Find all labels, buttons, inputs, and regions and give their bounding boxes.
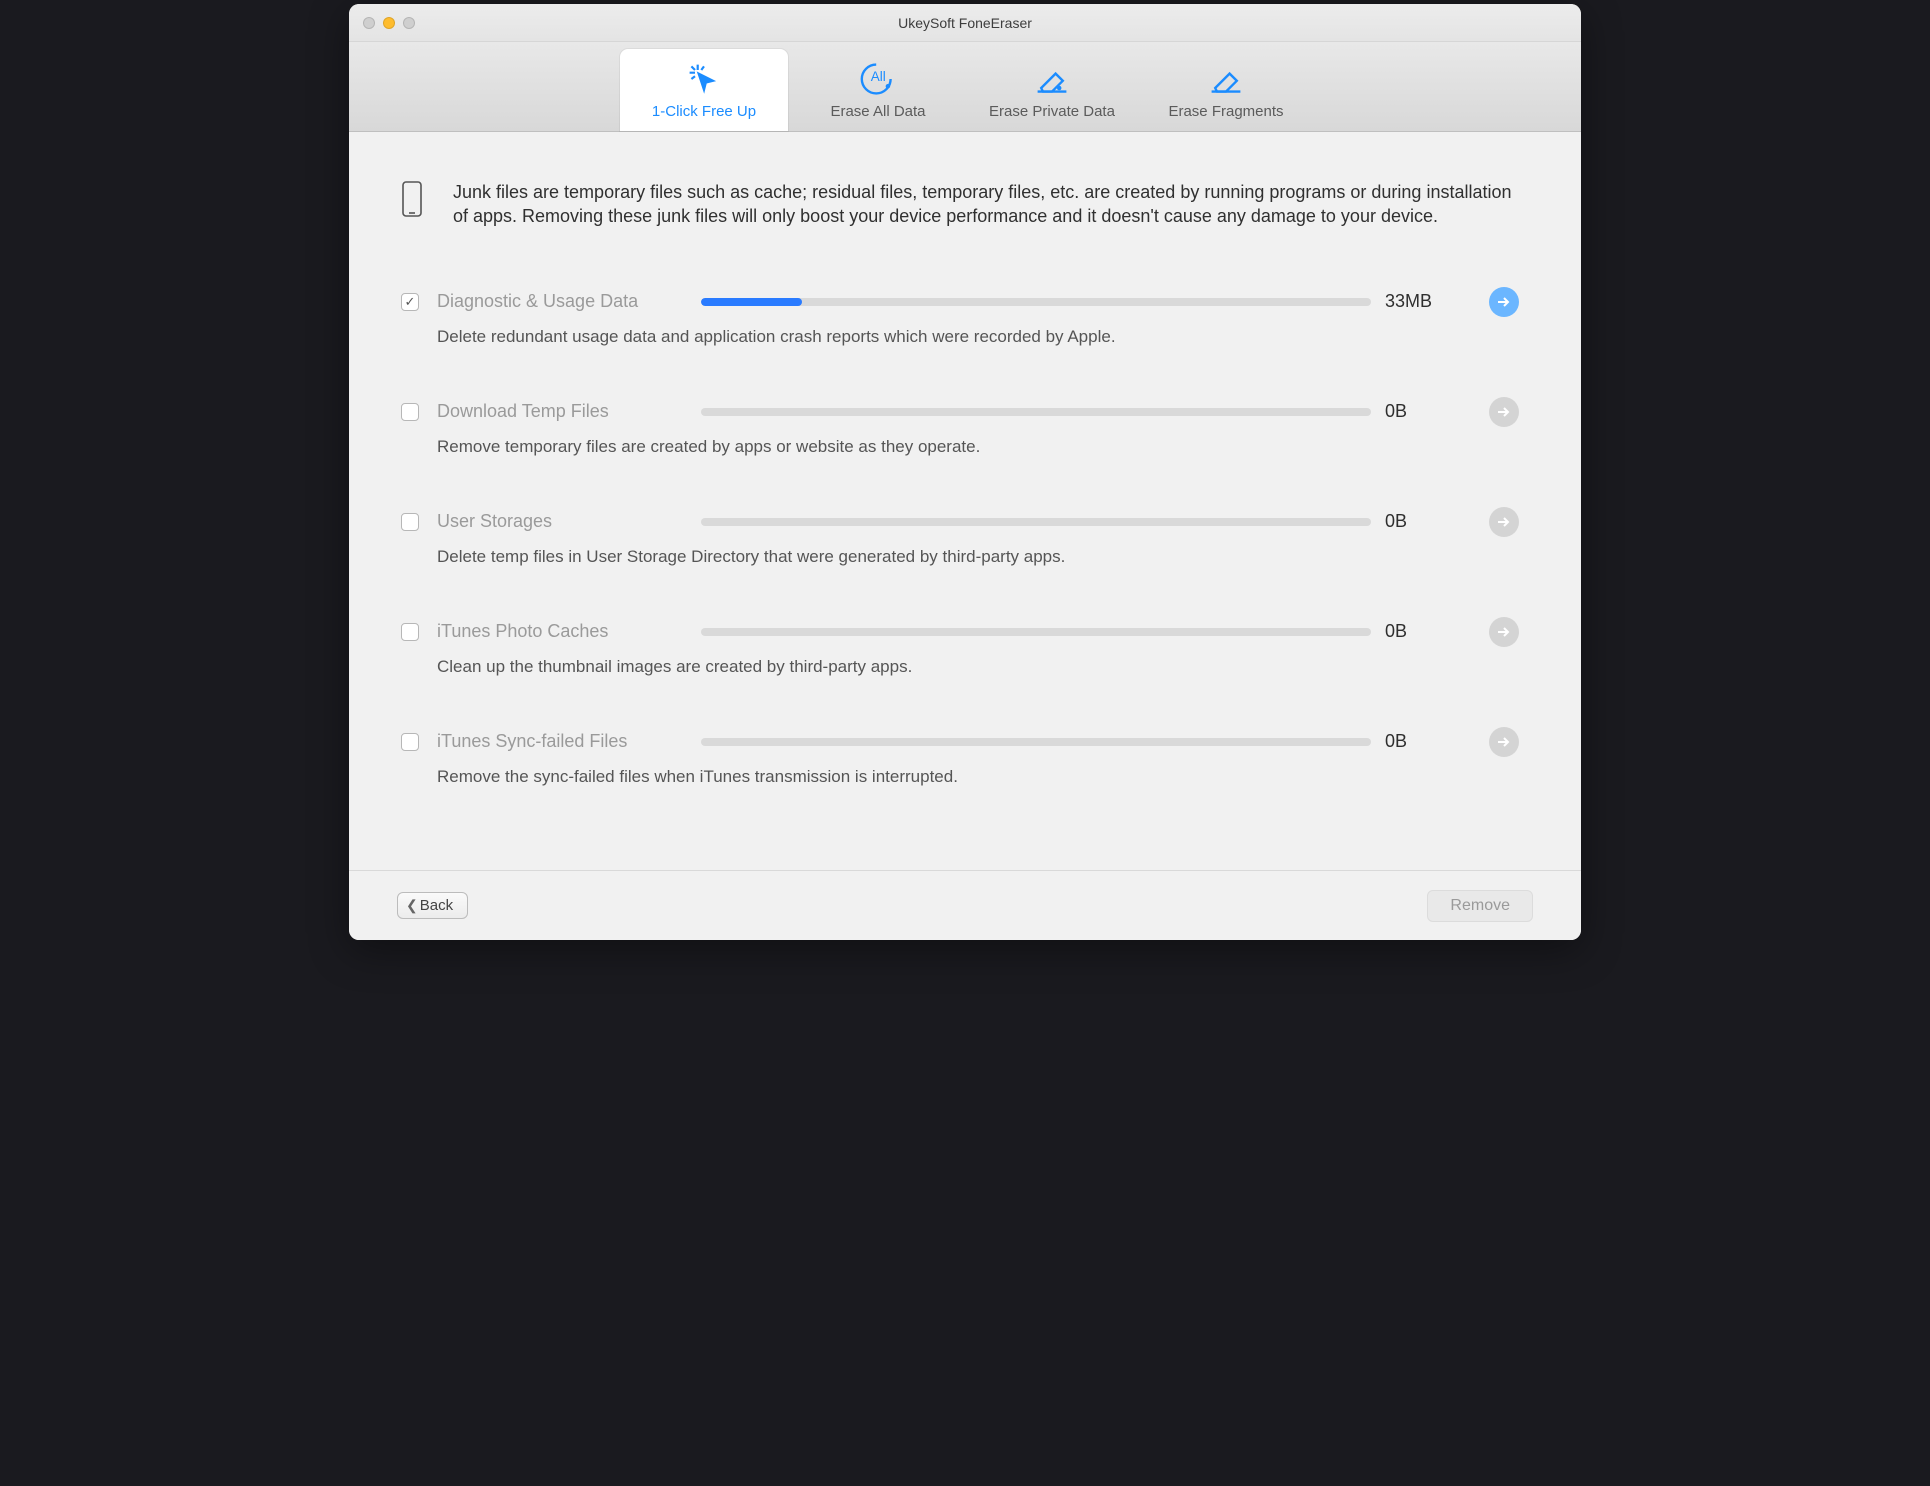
arrow-right-icon: [1496, 514, 1512, 530]
content-area: Junk files are temporary files such as c…: [349, 132, 1581, 870]
app-window: UkeySoft FoneEraser 1-Click Free Up: [349, 4, 1581, 940]
item-progress-bar: [701, 298, 1371, 306]
titlebar: UkeySoft FoneEraser: [349, 4, 1581, 42]
arrow-right-icon: [1496, 624, 1512, 640]
item-description: Remove the sync-failed files when iTunes…: [437, 767, 1529, 787]
item-go-button[interactable]: [1489, 287, 1519, 317]
item-description: Delete redundant usage data and applicat…: [437, 327, 1529, 347]
back-button-label: Back: [420, 897, 453, 914]
item-progress-bar: [701, 628, 1371, 636]
item-size: 0B: [1385, 621, 1475, 642]
intro-block: Junk files are temporary files such as c…: [401, 180, 1529, 229]
eraser-fragments-icon: [1206, 61, 1246, 97]
item-title: iTunes Sync-failed Files: [437, 731, 687, 752]
item-progress-bar: [701, 408, 1371, 416]
item-go-button: [1489, 617, 1519, 647]
eraser-private-icon: [1032, 61, 1072, 97]
cleanup-item: iTunes Sync-failed Files 0B Remove the syn…: [401, 727, 1529, 837]
item-size: 33MB: [1385, 291, 1475, 312]
svg-text:All: All: [871, 68, 886, 83]
window-title: UkeySoft FoneEraser: [349, 15, 1581, 31]
cleanup-item: iTunes Photo Caches 0B Clean up the thumbn…: [401, 617, 1529, 727]
item-title: User Storages: [437, 511, 687, 532]
item-size: 0B: [1385, 511, 1475, 532]
item-checkbox[interactable]: [401, 623, 419, 641]
item-title: iTunes Photo Caches: [437, 621, 687, 642]
item-size: 0B: [1385, 731, 1475, 752]
cleanup-item: Download Temp Files 0B Remove temporary fi…: [401, 397, 1529, 507]
item-checkbox[interactable]: [401, 403, 419, 421]
item-progress-bar: [701, 518, 1371, 526]
tab-erase-all-data[interactable]: All Erase All Data: [794, 49, 962, 131]
item-title: Diagnostic & Usage Data: [437, 291, 687, 312]
tab-label: Erase Fragments: [1168, 103, 1283, 120]
footer: ❮ Back Remove: [349, 870, 1581, 940]
tabbar: 1-Click Free Up All Erase All Data Er: [349, 42, 1581, 132]
tab-label: Erase Private Data: [989, 103, 1115, 120]
intro-text: Junk files are temporary files such as c…: [453, 180, 1513, 229]
erase-all-icon: All: [858, 61, 898, 97]
chevron-left-icon: ❮: [406, 897, 418, 914]
tab-erase-private-data[interactable]: Erase Private Data: [968, 49, 1136, 131]
item-go-button: [1489, 727, 1519, 757]
phone-icon: [401, 180, 423, 223]
tab-erase-fragments[interactable]: Erase Fragments: [1142, 49, 1310, 131]
cursor-click-icon: [684, 61, 724, 97]
tab-1-click-free-up[interactable]: 1-Click Free Up: [620, 49, 788, 131]
tab-label: 1-Click Free Up: [652, 103, 756, 120]
item-size: 0B: [1385, 401, 1475, 422]
item-go-button: [1489, 397, 1519, 427]
arrow-right-icon: [1496, 294, 1512, 310]
item-description: Clean up the thumbnail images are create…: [437, 657, 1529, 677]
cleanup-item: Diagnostic & Usage Data 33MB Delete redund…: [401, 287, 1529, 397]
item-go-button: [1489, 507, 1519, 537]
arrow-right-icon: [1496, 404, 1512, 420]
cleanup-item: User Storages 0B Delete temp files in User…: [401, 507, 1529, 617]
item-title: Download Temp Files: [437, 401, 687, 422]
item-checkbox[interactable]: [401, 293, 419, 311]
item-checkbox[interactable]: [401, 513, 419, 531]
item-description: Delete temp files in User Storage Direct…: [437, 547, 1529, 567]
item-progress-bar: [701, 738, 1371, 746]
remove-button-label: Remove: [1450, 897, 1510, 914]
item-description: Remove temporary files are created by ap…: [437, 437, 1529, 457]
item-checkbox[interactable]: [401, 733, 419, 751]
back-button[interactable]: ❮ Back: [397, 892, 468, 919]
tab-label: Erase All Data: [830, 103, 925, 120]
arrow-right-icon: [1496, 734, 1512, 750]
remove-button[interactable]: Remove: [1427, 890, 1533, 922]
